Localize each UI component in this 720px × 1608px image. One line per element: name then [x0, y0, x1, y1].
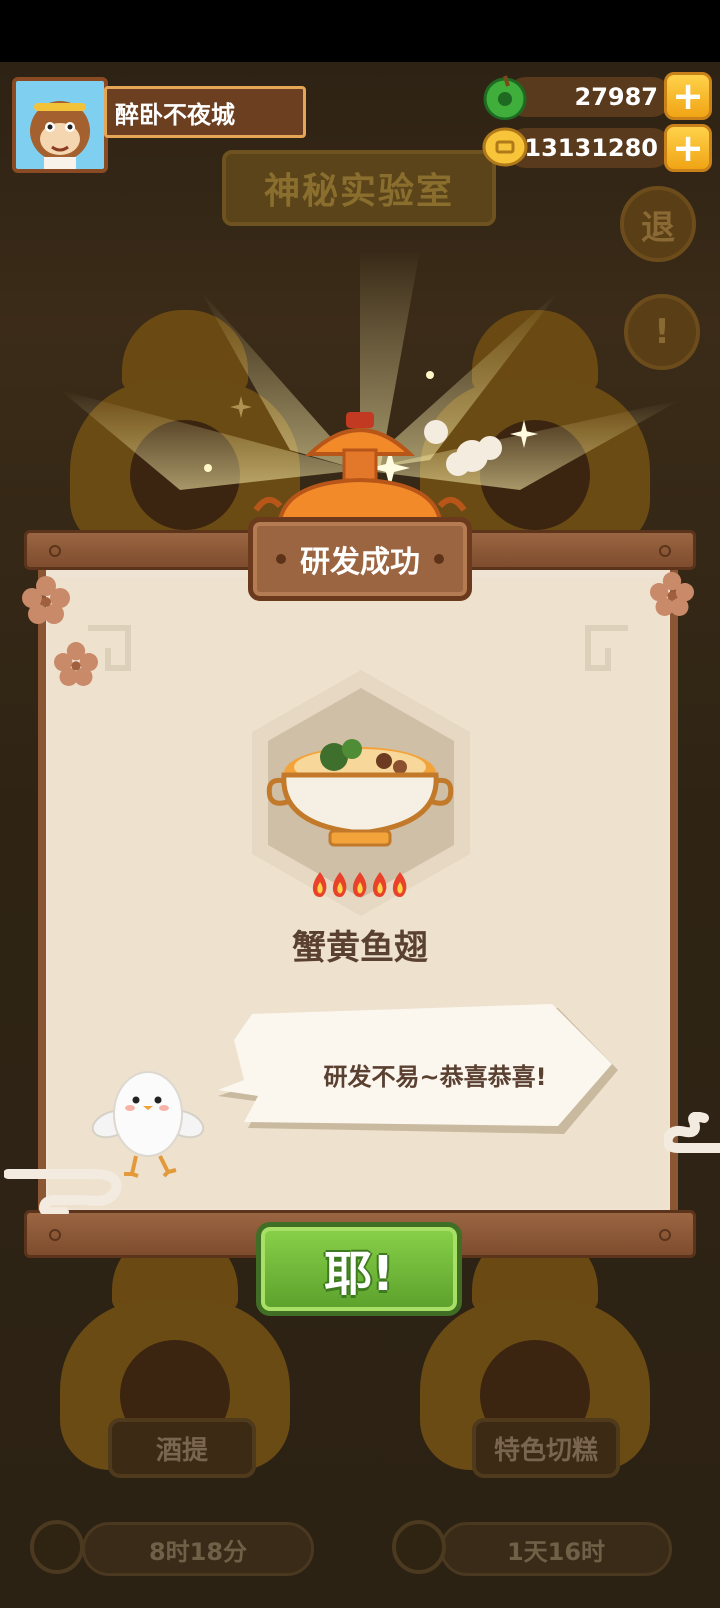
slot-timer: 8时18分: [148, 1537, 248, 1566]
coin-counter: 13131280: [506, 128, 672, 168]
dish-name: 蟹黄鱼翅: [292, 928, 428, 968]
flower-icon: [22, 576, 70, 624]
clock-icon: [392, 1520, 446, 1574]
slot-label-plate: 特色切糕: [472, 1418, 620, 1478]
flame-icon: [332, 872, 347, 897]
speech-text: 研发不易~恭喜恭喜!: [323, 1062, 547, 1091]
exit-label: 退: [641, 207, 675, 248]
cloud-decoration-icon: [4, 1169, 122, 1214]
cloud-decoration-icon: [664, 1112, 720, 1153]
flame-icon: [372, 872, 387, 897]
status-bar: [0, 0, 720, 62]
crab-roe-shark-fin-dish-icon: [266, 739, 454, 847]
slot-label: 特色切糕: [493, 1435, 598, 1466]
flower-icon: [650, 572, 694, 616]
dialog-title-plaque: 研发成功: [248, 517, 472, 601]
jade-counter: 27987: [506, 77, 672, 117]
coin-icon: [482, 127, 528, 167]
flame-icon: [352, 872, 367, 897]
flame-icon: [392, 872, 407, 897]
slot-timer-bar: 1天16时: [440, 1522, 672, 1576]
flower-icon: [54, 642, 98, 686]
player-name-plate: 醉卧不夜城: [104, 86, 306, 138]
cauldron-icon: [253, 412, 467, 522]
slot-label: 酒提: [155, 1435, 208, 1466]
confirm-label: 耶!: [324, 1246, 394, 1302]
slot-timer: 1天16时: [506, 1537, 606, 1566]
slot-timer-bar: 8时18分: [82, 1522, 314, 1576]
jade-amount: 27987: [574, 83, 659, 111]
avatar[interactable]: [12, 77, 108, 173]
flame-rating: [308, 870, 412, 902]
lab-title: 神秘实验室: [263, 171, 454, 212]
add-jade-button[interactable]: +: [664, 72, 712, 120]
flame-icon: [312, 872, 327, 897]
monkey-avatar-icon: [16, 81, 104, 169]
dialog-title: 研发成功: [300, 545, 420, 580]
coin-amount: 13131280: [524, 134, 658, 162]
sparkle-icon: [510, 420, 538, 448]
confirm-button[interactable]: 耶!: [256, 1222, 462, 1316]
jade-icon: [483, 75, 527, 120]
slot-label-plate: 酒提: [108, 1418, 256, 1478]
clock-icon: [30, 1520, 84, 1574]
player-name: 醉卧不夜城: [115, 100, 235, 129]
exit-button[interactable]: 退: [620, 186, 696, 262]
add-coins-button[interactable]: +: [664, 124, 712, 172]
lab-title-plaque: 神秘实验室: [222, 150, 496, 226]
